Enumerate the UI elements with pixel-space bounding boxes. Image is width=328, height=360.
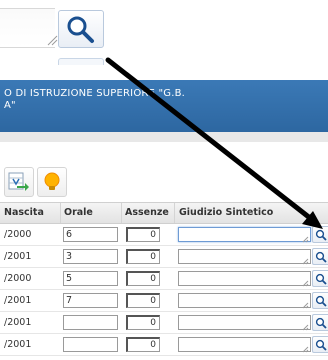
callout-arrow xyxy=(105,57,323,229)
